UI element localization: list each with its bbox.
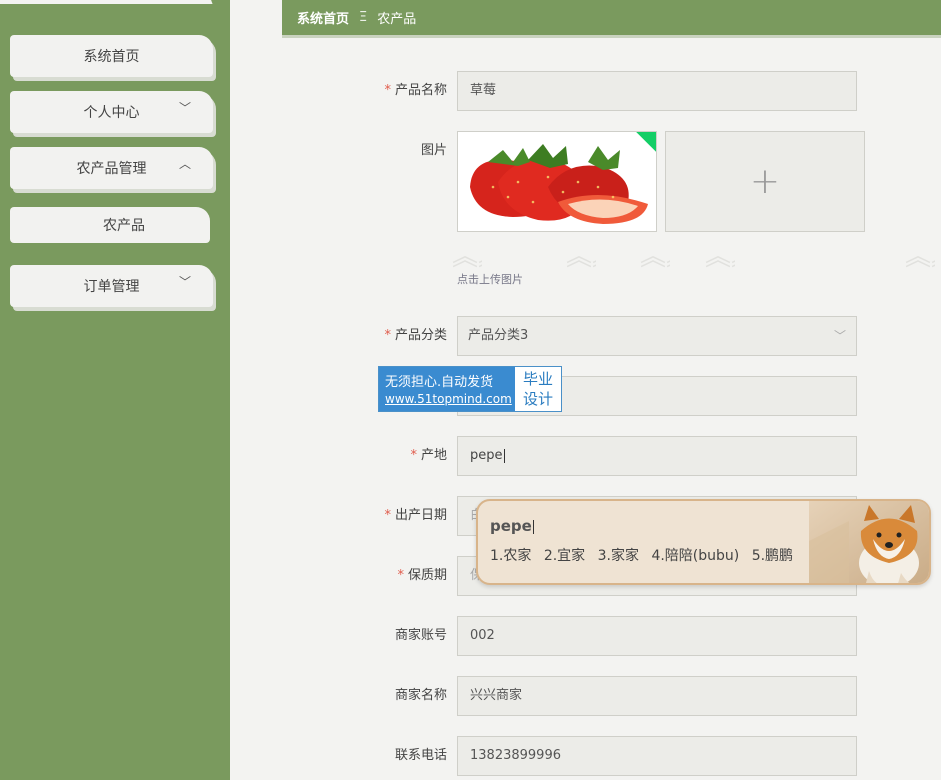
shiba-dog-skin-image <box>809 501 929 583</box>
sidebar-item-personal-center[interactable]: 个人中心 ﹀ <box>10 91 213 133</box>
breadcrumb: 系统首页 Ξ 农产品 <box>282 0 941 38</box>
origin-input-value: pepe <box>470 448 503 463</box>
sidebar-item-home[interactable]: 系统首页 <box>10 35 213 77</box>
watermark-right1: 毕业 <box>522 370 553 388</box>
chevron-down-icon: ﹀ <box>178 101 191 115</box>
strawberry-image <box>458 132 656 231</box>
ime-candidate-window: pepe 1.农家 2.宜家 3.家家 4.陪陪(bubu) 5.鹏鹏 ◀▶ <box>476 499 931 585</box>
merchant-account-input[interactable]: 002 <box>457 616 857 656</box>
category-select-value: 产品分类3 <box>468 328 529 343</box>
field-label: * 出产日期 <box>384 508 447 523</box>
watermark-badge: 无须担心.自动发货 www.51topmind.com 毕业 设计 <box>378 366 562 412</box>
upload-hint-text[interactable]: 点击上传图片 <box>457 271 523 287</box>
breadcrumb-current: 农产品 <box>377 12 417 27</box>
ime-candidate-list: 1.农家 2.宜家 3.家家 4.陪陪(bubu) 5.鹏鹏 <box>490 545 801 565</box>
product-image-thumbnail[interactable] <box>457 131 657 232</box>
sidebar-corner-decoration <box>0 0 230 40</box>
form-row-product-name: * 产品名称 草莓 <box>282 71 941 111</box>
form-row-merchant-account: 商家账号 002 <box>282 616 941 656</box>
field-label: 商家账号 <box>394 628 447 643</box>
field-label: * 产品分类 <box>384 328 447 343</box>
field-label: * 保质期 <box>397 568 447 583</box>
chevron-down-icon: ﹀ <box>178 275 191 289</box>
ime-composition: pepe <box>490 517 534 535</box>
breadcrumb-home[interactable]: 系统首页 <box>297 8 349 27</box>
product-name-input[interactable]: 草莓 <box>457 71 857 111</box>
ime-candidate[interactable]: 3.家家 <box>598 548 639 564</box>
watermark-url: www.51topmind.com <box>385 392 512 406</box>
sidebar-item-label: 系统首页 <box>83 49 140 65</box>
breadcrumb-separator-icon: Ξ <box>359 10 368 25</box>
field-label: * 产品名称 <box>384 83 447 98</box>
text-cursor <box>532 519 534 534</box>
sidebar: 系统首页 个人中心 ﹀ 农产品管理 ︿ 农产品 订单管理 ﹀ <box>0 0 230 780</box>
text-cursor <box>503 448 505 463</box>
plus-icon: + <box>749 161 781 202</box>
ime-candidate[interactable]: 1.农家 <box>490 548 531 564</box>
field-label: 图片 <box>420 143 447 158</box>
watermark-line1: 无须担心.自动发货 <box>385 375 494 390</box>
sidebar-item-label: 个人中心 <box>83 105 140 121</box>
ime-candidate[interactable]: 5.鹏鹏 <box>752 548 793 564</box>
field-label: 商家名称 <box>394 688 447 703</box>
ime-candidate[interactable]: 4.陪陪(bubu) <box>651 548 739 564</box>
sidebar-item-order-management[interactable]: 订单管理 ﹀ <box>10 265 213 307</box>
sidebar-item-label: 农产品管理 <box>76 161 147 177</box>
phone-input[interactable]: 13823899996 <box>457 736 857 776</box>
category-select[interactable]: 产品分类3 ﹀ <box>457 316 857 356</box>
merchant-name-input[interactable]: 兴兴商家 <box>457 676 857 716</box>
chevron-up-icon: ︿ <box>178 157 191 171</box>
image-upload-button[interactable]: + <box>665 131 865 232</box>
sidebar-item-product-management[interactable]: 农产品管理 ︿ <box>10 147 213 189</box>
sidebar-item-label: 订单管理 <box>83 279 140 295</box>
sidebar-subitem-products[interactable]: 农产品 <box>10 207 210 243</box>
ime-candidate[interactable]: 2.宜家 <box>544 548 585 564</box>
origin-input[interactable]: pepe <box>457 436 857 476</box>
form-row-origin: * 产地 pepe <box>282 436 941 476</box>
sidebar-item-label: 农产品 <box>103 218 145 234</box>
chevron-down-icon: ﹀ <box>833 329 846 343</box>
watermark-right2: 设计 <box>522 390 553 408</box>
field-label: * 产地 <box>410 448 447 463</box>
form-row-merchant-name: 商家名称 兴兴商家 <box>282 676 941 716</box>
form-row-category: * 产品分类 产品分类3 ﹀ <box>282 316 941 356</box>
form-row-phone: 联系电话 13823899996 <box>282 736 941 776</box>
field-label: 联系电话 <box>394 748 447 763</box>
